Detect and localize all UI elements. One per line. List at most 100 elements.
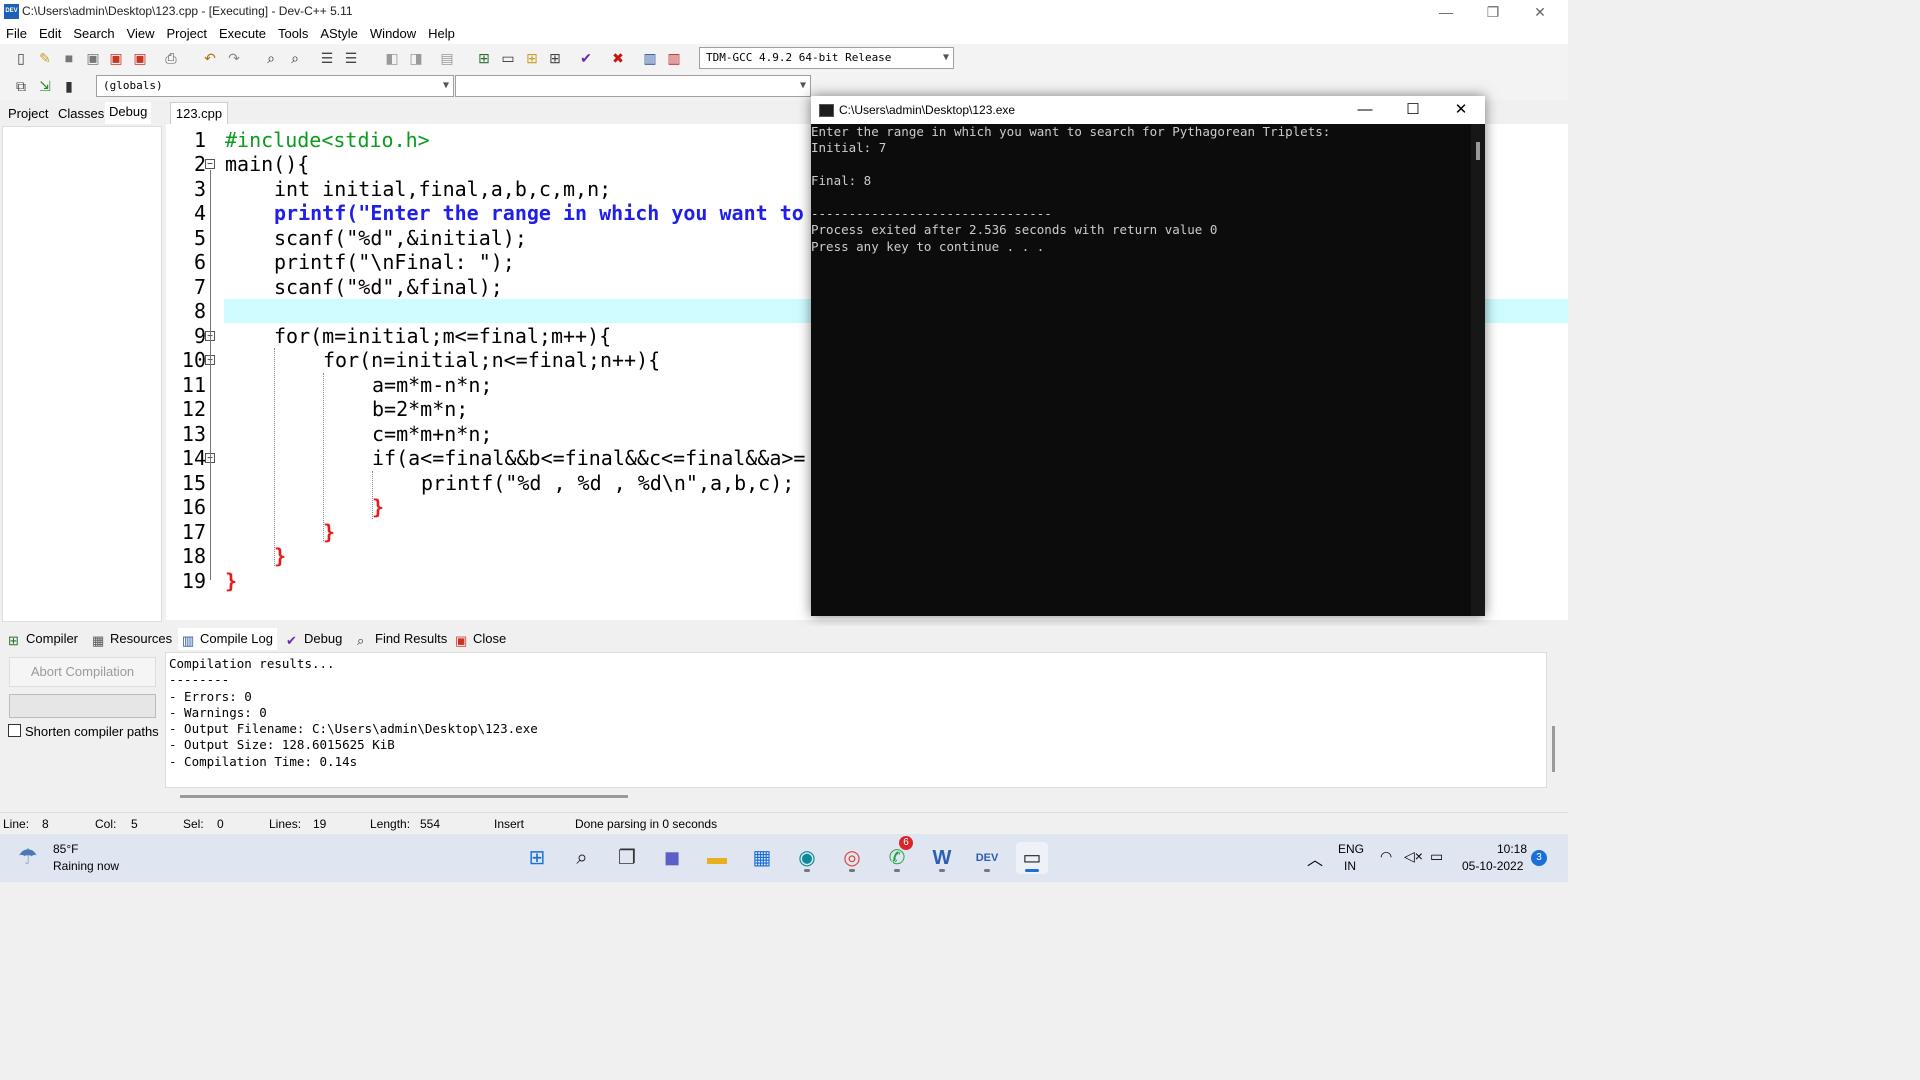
- teams-icon[interactable]: ◼: [656, 842, 688, 874]
- speaker-muted-icon[interactable]: ◁×: [1404, 848, 1423, 865]
- globals-select[interactable]: (globals) ▼: [96, 75, 454, 97]
- close-button[interactable]: ✕: [1518, 2, 1562, 22]
- close-panel-icon: ▣: [455, 633, 468, 648]
- wifi-icon[interactable]: ◠: [1380, 848, 1392, 865]
- status-line-label: Line:: [3, 817, 30, 831]
- fold-toggle-icon[interactable]: −: [205, 159, 215, 170]
- tab-compile-log[interactable]: ▥ Compile Log: [178, 628, 277, 650]
- status-sel-value: 0: [217, 817, 224, 831]
- close-file-icon[interactable]: ▣: [106, 48, 126, 68]
- replace-icon[interactable]: ⌕: [285, 48, 305, 68]
- menu-tools[interactable]: Tools: [272, 24, 314, 44]
- start-icon[interactable]: ⊞: [521, 842, 553, 874]
- profile-icon[interactable]: ▥: [640, 48, 660, 68]
- tab-compiler[interactable]: ⊞ Compiler: [8, 628, 78, 650]
- menu-search[interactable]: Search: [67, 24, 120, 44]
- print-icon[interactable]: ⎙: [161, 48, 181, 68]
- rain-icon[interactable]: ☂: [18, 844, 38, 870]
- minimize-button[interactable]: —: [1424, 2, 1468, 22]
- checkbox-box[interactable]: [8, 724, 21, 737]
- tab-classes[interactable]: Classes: [54, 104, 108, 124]
- syntax-check-icon[interactable]: ✔: [576, 48, 596, 68]
- notification-count[interactable]: 3: [1531, 850, 1547, 866]
- console-scrollbar[interactable]: [1471, 124, 1485, 616]
- console-maximize-button[interactable]: ☐: [1389, 96, 1437, 124]
- undo-icon[interactable]: ↶: [200, 48, 220, 68]
- microsoft-store-icon[interactable]: ▦: [746, 842, 778, 874]
- save-all-icon[interactable]: ▣: [83, 48, 103, 68]
- tab-resources[interactable]: ▦ Resources: [92, 628, 172, 650]
- delete-profile-icon[interactable]: ▥: [664, 48, 684, 68]
- bookmark-icon[interactable]: ▤: [437, 48, 457, 68]
- forward-icon[interactable]: ◨: [406, 48, 426, 68]
- goto-icon[interactable]: ⇲: [35, 76, 55, 96]
- compile-icon[interactable]: ⊞: [474, 48, 494, 68]
- compiler-select[interactable]: TDM-GCC 4.9.2 64-bit Release ▼: [699, 47, 954, 69]
- menu-project[interactable]: Project: [161, 24, 213, 44]
- language-top[interactable]: ENG: [1338, 842, 1364, 856]
- console-window[interactable]: C:\Users\admin\Desktop\123.exe — ☐ ✕ Ent…: [811, 96, 1485, 616]
- menu-help[interactable]: Help: [422, 24, 461, 44]
- whatsapp-icon[interactable]: ✆ 6: [881, 836, 913, 874]
- file-explorer-icon[interactable]: ▬: [701, 842, 733, 874]
- project-tree: [2, 126, 162, 622]
- abort-compilation-button[interactable]: Abort Compilation: [9, 657, 156, 687]
- new-file-icon[interactable]: ▯: [11, 48, 31, 68]
- menu-execute[interactable]: Execute: [213, 24, 272, 44]
- save-icon[interactable]: ■: [59, 48, 79, 68]
- open-file-icon[interactable]: ✎: [35, 48, 55, 68]
- tab-project[interactable]: Project: [4, 104, 52, 124]
- shorten-paths-checkbox[interactable]: Shorten compiler paths: [8, 724, 159, 739]
- language-bottom[interactable]: IN: [1344, 859, 1356, 873]
- close-all-icon[interactable]: ▣: [130, 48, 150, 68]
- run-icon[interactable]: ▭: [498, 48, 518, 68]
- console-scroll-thumb[interactable]: [1476, 142, 1480, 160]
- log-vertical-scrollbar[interactable]: [1552, 726, 1555, 772]
- find-results-icon: ⌕: [357, 633, 365, 648]
- line-number: 19: [181, 569, 206, 593]
- rebuild-icon[interactable]: ⊞: [545, 48, 565, 68]
- menu-edit[interactable]: Edit: [33, 24, 67, 44]
- menu-view[interactable]: View: [121, 24, 161, 44]
- weather-temp[interactable]: 85°F: [53, 842, 78, 856]
- globals-select-value: (globals): [103, 79, 163, 92]
- code-line: c=m*m+n*n;: [372, 422, 493, 446]
- code-line: printf("%d , %d , %d\n",a,b,c);: [421, 471, 795, 495]
- restore-button[interactable]: ❐: [1471, 2, 1515, 22]
- unindent-icon[interactable]: ☰: [341, 48, 361, 68]
- word-icon[interactable]: W: [926, 842, 958, 874]
- console-close-button[interactable]: ✕: [1437, 96, 1485, 124]
- menu-file[interactable]: File: [0, 24, 33, 44]
- member-select[interactable]: ▼: [455, 75, 811, 97]
- console-taskbar-icon[interactable]: ▭: [1016, 842, 1048, 874]
- edge-icon[interactable]: ◉: [791, 842, 823, 874]
- toggle-icon[interactable]: ▮: [59, 76, 79, 96]
- tab-find-results[interactable]: ⌕ Find Results: [357, 628, 447, 650]
- editor-tab[interactable]: 123.cpp: [170, 102, 228, 125]
- back-icon[interactable]: ◧: [382, 48, 402, 68]
- redo-icon[interactable]: ↷: [224, 48, 244, 68]
- tray-chevron-icon[interactable]: ︿: [1307, 846, 1323, 870]
- tab-debug[interactable]: Debug: [105, 102, 152, 124]
- tab-close[interactable]: ▣ Close: [455, 628, 506, 650]
- find-icon[interactable]: ⌕: [261, 48, 281, 68]
- stop-execution-icon[interactable]: ✖: [608, 48, 628, 68]
- battery-icon[interactable]: ▭: [1430, 848, 1443, 865]
- compile-run-icon[interactable]: ⊞: [522, 48, 542, 68]
- devcpp-taskbar-icon[interactable]: DEV: [971, 842, 1003, 874]
- chevron-down-icon: ▼: [942, 52, 949, 63]
- clock-date[interactable]: 05-10-2022: [1462, 859, 1523, 873]
- search-icon[interactable]: ⌕: [566, 842, 598, 874]
- tab-debug-output[interactable]: ✔ Debug: [286, 628, 342, 650]
- log-horizontal-scrollbar[interactable]: [180, 795, 628, 798]
- menu-window[interactable]: Window: [364, 24, 422, 44]
- console-minimize-button[interactable]: —: [1341, 96, 1389, 124]
- clock-time[interactable]: 10:18: [1497, 842, 1527, 856]
- insert-icon[interactable]: ⧉: [11, 76, 31, 96]
- indent-icon[interactable]: ☰: [317, 48, 337, 68]
- weather-desc[interactable]: Raining now: [53, 859, 119, 873]
- menu-astyle[interactable]: AStyle: [314, 24, 364, 44]
- compile-log-output[interactable]: Compilation results... -------- - Errors…: [165, 652, 1547, 788]
- chrome-icon[interactable]: ◎: [836, 842, 868, 874]
- task-view-icon[interactable]: ❐: [611, 842, 643, 874]
